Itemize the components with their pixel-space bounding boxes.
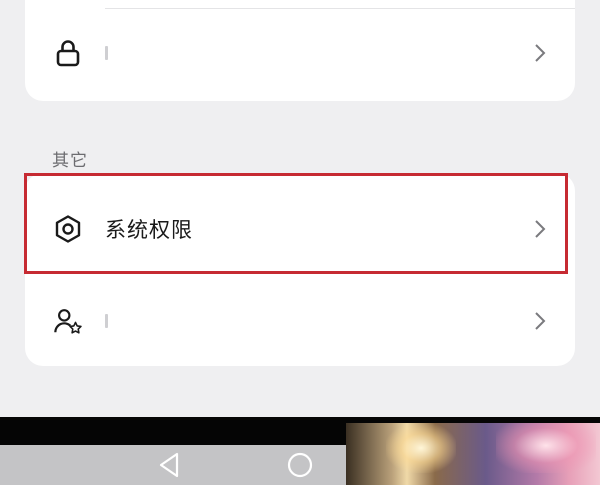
hexagon-settings-icon (53, 214, 83, 244)
user-star-item[interactable] (25, 273, 575, 369)
watermark-image (346, 423, 600, 485)
item-label-truncated (105, 46, 108, 60)
circle-home-icon[interactable] (280, 445, 320, 485)
chevron-right-icon (533, 43, 547, 63)
section-title: 其它 (52, 151, 88, 171)
settings-card-top (25, 0, 575, 101)
user-star-icon (53, 306, 83, 336)
chevron-right-icon (533, 219, 547, 239)
item-label-truncated (105, 314, 108, 328)
lock-settings-item[interactable] (25, 5, 575, 101)
chevron-right-icon (533, 311, 547, 331)
triangle-back-icon[interactable] (150, 445, 190, 485)
system-permissions-item[interactable]: 系统权限 (25, 181, 575, 277)
lock-icon (53, 38, 83, 68)
settings-card-other: 系统权限 (25, 173, 575, 366)
system-permissions-label: 系统权限 (105, 218, 193, 242)
